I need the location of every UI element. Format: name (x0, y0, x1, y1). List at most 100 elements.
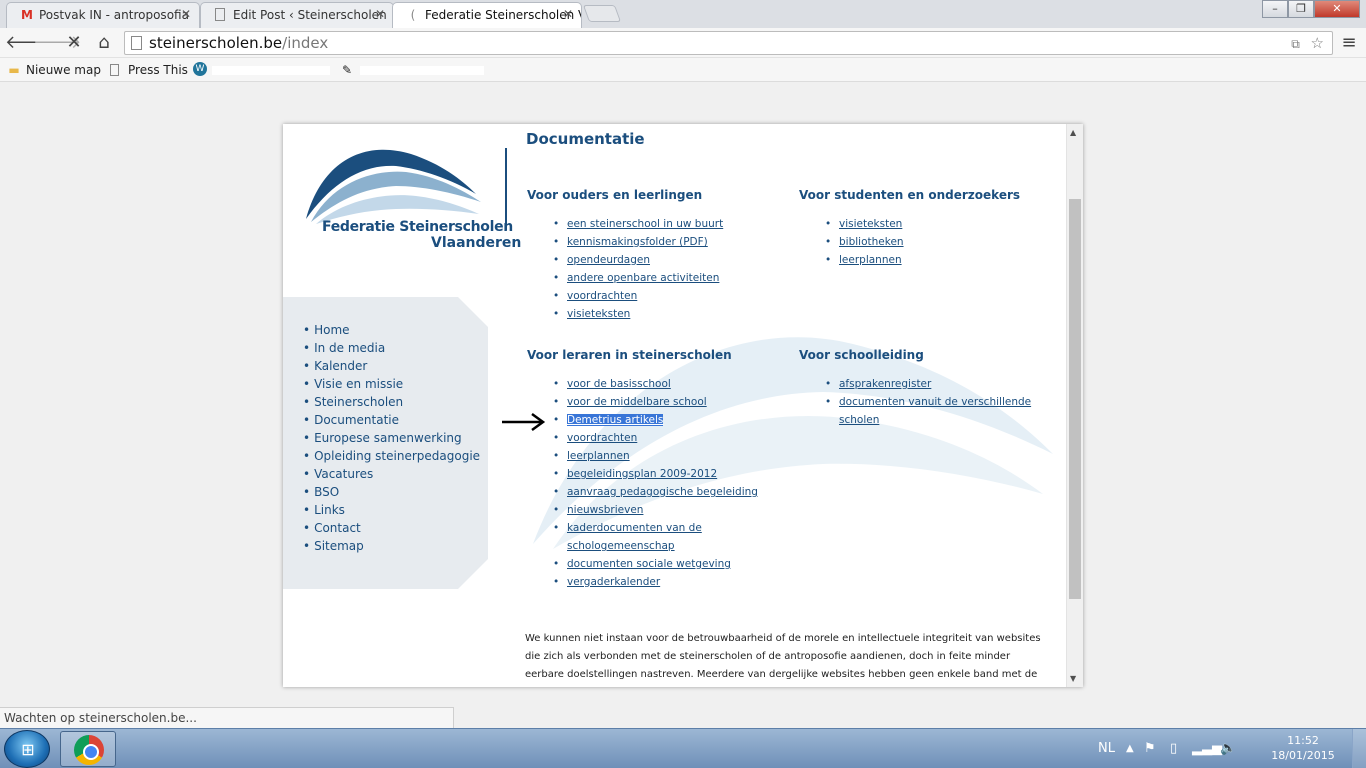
clock[interactable]: 11:52 18/01/2015 (1268, 733, 1338, 763)
logo-wave-icon (306, 149, 481, 224)
nav-item-bso[interactable]: BSO (303, 483, 480, 501)
nav-item-opleiding[interactable]: Opleiding steinerpedagogie (303, 447, 480, 465)
star-icon[interactable]: ☆ (1311, 34, 1324, 52)
page-viewport: Federatie Steinerscholen Vlaanderen Home… (0, 82, 1366, 728)
battery-icon[interactable]: ▯ (1170, 741, 1177, 756)
bookmark-nieuwe-map[interactable]: ▬ Nieuwe map (6, 62, 101, 78)
close-window-button[interactable]: ✕ (1314, 0, 1360, 18)
wordpress-icon[interactable]: W (193, 62, 209, 78)
home-icon[interactable]: ⌂ (92, 31, 116, 55)
translate-icon[interactable]: ⧉ (1291, 37, 1300, 51)
close-icon[interactable]: ✕ (563, 7, 573, 21)
bookmark-press-this[interactable]: Press This (108, 62, 188, 78)
menu-icon[interactable]: ≡ (1338, 32, 1360, 54)
logo-subtitle: Vlaanderen (431, 235, 522, 251)
gmail-icon: M (21, 8, 33, 22)
list-item[interactable]: visieteksten (553, 305, 723, 323)
site-logo[interactable]: Federatie Steinerscholen Vlaanderen (301, 144, 521, 251)
list-item[interactable]: visieteksten (825, 215, 904, 233)
nav-item-documentatie[interactable]: Documentatie (303, 411, 480, 429)
nav-item-vacatures[interactable]: Vacatures (303, 465, 480, 483)
tab-gmail[interactable]: M Postvak IN - antroposofia ✕ (6, 2, 200, 28)
side-navigation: Home In de media Kalender Visie en missi… (283, 297, 488, 589)
list-item[interactable]: voor de basisschool (553, 375, 758, 393)
minimize-button[interactable]: – (1262, 0, 1288, 18)
logo-divider (505, 148, 507, 230)
section-heading-ouders: Voor ouders en leerlingen (527, 188, 703, 202)
list-item[interactable]: bibliotheken (825, 233, 904, 251)
link-list-ouders: een steinerschool in uw buurt kennismaki… (553, 215, 723, 323)
nav-item-kalender[interactable]: Kalender (303, 357, 480, 375)
back-button[interactable]: 🡐 (5, 31, 53, 55)
list-item[interactable]: voor de middelbare school (553, 393, 758, 411)
show-desktop-button[interactable] (1352, 729, 1366, 768)
start-button[interactable]: ⊞ (4, 730, 50, 768)
close-icon[interactable]: ✕ (181, 7, 191, 21)
taskbar-chrome-button[interactable] (60, 731, 116, 767)
status-bar: Wachten op steinerscholen.be... (0, 707, 454, 728)
list-item[interactable]: vergaderkalender (553, 573, 758, 591)
scrollbar-thumb[interactable] (1069, 199, 1081, 599)
system-tray: NL ▲ ⚑ ▯ ▂▃▅ 🔈 11:52 18/01/2015 (1098, 729, 1338, 768)
nav-item-home[interactable]: Home (303, 321, 480, 339)
show-hidden-icons[interactable]: ▲ (1126, 743, 1134, 754)
nav-item-steinerscholen[interactable]: Steinerscholen (303, 393, 480, 411)
list-item[interactable]: nieuwsbrieven (553, 501, 758, 519)
nav-item-links[interactable]: Links (303, 501, 480, 519)
list-item[interactable]: afsprakenregister (825, 375, 1035, 393)
nav-item-in-de-media[interactable]: In de media (303, 339, 480, 357)
nav-item-sitemap[interactable]: Sitemap (303, 537, 480, 555)
link-list-studenten: visieteksten bibliotheken leerplannen (825, 215, 904, 269)
link-list-leraren: voor de basisschool voor de middelbare s… (553, 375, 758, 591)
list-item[interactable]: begeleidingsplan 2009-2012 (553, 465, 758, 483)
tab-strip: M Postvak IN - antroposofia ✕ Edit Post … (0, 0, 1366, 29)
list-item[interactable]: voordrachten (553, 429, 758, 447)
list-item[interactable]: kennismakingsfolder (PDF) (553, 233, 723, 251)
url-path: /index (282, 34, 329, 52)
folder-icon: ▬ (8, 63, 20, 77)
tab-federatie[interactable]: ( Federatie Steinerscholen V ✕ (392, 2, 582, 29)
list-item[interactable]: documenten sociale wetgeving (553, 555, 758, 573)
disclaimer-text: We kunnen niet instaan voor de betrouwba… (525, 633, 1041, 680)
flag-icon[interactable]: ⚑ (1144, 741, 1156, 756)
list-item[interactable]: opendeurdagen (553, 251, 723, 269)
nav-item-europese-samenwerking[interactable]: Europese samenwerking (303, 429, 480, 447)
nav-item-contact[interactable]: Contact (303, 519, 480, 537)
site-frame: Federatie Steinerscholen Vlaanderen Home… (283, 124, 1083, 687)
new-tab-button[interactable] (582, 5, 622, 22)
forward-button[interactable]: 🡒 (33, 31, 81, 55)
list-item[interactable]: voordrachten (553, 287, 723, 305)
bookmark-label: Press This (128, 63, 188, 77)
translate-and-star-icons: ⧉ ☆ (1291, 32, 1324, 55)
nav-item-visie-en-missie[interactable]: Visie en missie (303, 375, 480, 393)
stop-button[interactable]: ✕ (62, 31, 86, 55)
maximize-button[interactable]: ❐ (1288, 0, 1314, 18)
network-icon[interactable]: ▂▃▅ (1192, 741, 1222, 756)
page-icon (215, 8, 225, 21)
volume-icon[interactable]: 🔈 (1220, 741, 1236, 756)
close-icon[interactable]: ✕ (375, 7, 385, 21)
scroll-up-icon[interactable]: ▲ (1070, 128, 1076, 137)
logo-title: Federatie Steinerscholen (322, 219, 513, 235)
section-heading-studenten: Voor studenten en onderzoekers (799, 188, 1021, 202)
url-host: steinerscholen.be (149, 34, 283, 52)
list-item[interactable]: leerplannen (825, 251, 904, 269)
address-bar[interactable]: steinerscholen.be/index ⧉ ☆ (124, 31, 1333, 55)
list-item[interactable]: documenten vanuit de verschillendeschole… (825, 393, 1035, 429)
tab-title: Postvak IN - antroposofia (39, 8, 189, 22)
list-item[interactable]: een steinerschool in uw buurt (553, 215, 723, 233)
scrollbar[interactable]: ▲ ▼ (1066, 124, 1083, 687)
list-item-selected[interactable]: Demetrius artikels (553, 411, 758, 429)
language-indicator[interactable]: NL (1098, 741, 1115, 756)
page-icon (131, 36, 142, 50)
list-item[interactable]: aanvraag pedagogische begeleiding (553, 483, 758, 501)
redacted-bookmark (360, 66, 484, 75)
list-item[interactable]: andere openbare activiteiten (553, 269, 723, 287)
tab-edit-post[interactable]: Edit Post ‹ Steinerscholen ✕ (200, 2, 394, 28)
tab-title: Federatie Steinerscholen V (425, 8, 582, 22)
list-item[interactable]: leerplannen (553, 447, 758, 465)
clock-time: 11:52 (1287, 734, 1319, 747)
scroll-down-icon[interactable]: ▼ (1070, 674, 1076, 683)
list-item[interactable]: kaderdocumenten van deschologemeenschap (553, 519, 758, 555)
pin-icon[interactable]: ✎ (342, 62, 358, 78)
